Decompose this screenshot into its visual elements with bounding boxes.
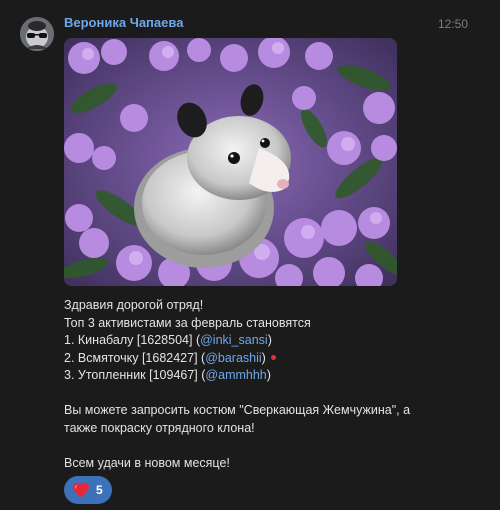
list-item-2: 2. Всмяточку [1682427] (@barashii) [64, 350, 484, 368]
list-item-text: ) [267, 333, 272, 347]
list-item-text: ) [261, 350, 266, 365]
list-item-3: 3. Утопленник [109467] (@ammhhh) [64, 367, 484, 385]
list-item-text: 3. Утопленник [109467] ( [64, 368, 206, 382]
author-name[interactable]: Вероника Чапаева [64, 15, 183, 30]
chat-message: Вероника Чапаева 12:50 Здравия дорогой о… [0, 0, 500, 510]
text-intro: Топ 3 активистами за февраль становятся [64, 315, 311, 330]
avatar-image [20, 17, 54, 51]
list-item-text: ) [266, 368, 271, 382]
message-photo[interactable] [64, 38, 397, 286]
status-dot [270, 354, 276, 360]
text-reward-1: Вы можете запросить костюм "Сверкающая Ж… [64, 403, 411, 417]
mention-ammhhh[interactable]: @ammhhh [205, 368, 266, 382]
heart-icon [73, 482, 89, 498]
avatar[interactable] [20, 17, 54, 51]
list-item-text: 2. Всмяточку [1682427] ( [64, 350, 206, 365]
opossum-photo [64, 38, 397, 286]
mention-inki-sansi[interactable]: @inki_sansi [200, 333, 268, 347]
list-item-1: 1. Кинабалу [1628504] (@inki_sansi) [64, 332, 484, 350]
text-reward-2: также покраску отрядного клона! [64, 420, 255, 435]
reaction-button[interactable]: 5 [64, 476, 112, 504]
message-text: Здравия дорогой отряд! Топ 3 активистами… [64, 297, 484, 472]
reaction-count: 5 [96, 483, 103, 497]
list-item-text: 1. Кинабалу [1628504] ( [64, 333, 201, 347]
mention-barashii[interactable]: @barashii [205, 351, 261, 365]
text-greeting: Здравия дорогой отряд! [64, 298, 204, 312]
message-time: 12:50 [438, 17, 469, 31]
text-farewell: Всем удачи в новом месяце! [64, 455, 230, 470]
